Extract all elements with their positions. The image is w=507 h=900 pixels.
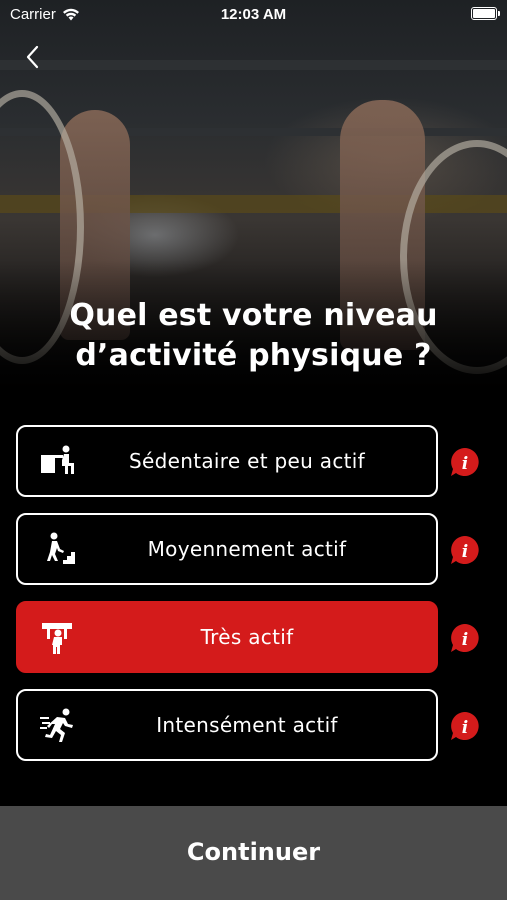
battery-icon [471,7,500,20]
svg-text:i: i [462,630,468,650]
option-very-active[interactable]: Très actif [16,601,438,673]
option-label: Moyennement actif [147,537,347,561]
info-bubble-icon: i [451,712,479,740]
svg-text:i: i [462,454,468,474]
status-time: 12:03 AM [220,6,287,23]
info-button-moderate[interactable]: i [449,534,481,566]
running-fast-icon [40,708,73,742]
option-intense[interactable]: Intensément actif [16,689,438,761]
svg-text:i: i [462,718,468,738]
option-sedentary[interactable]: Sédentaire et peu actif [16,425,438,497]
info-bubble-icon: i [451,624,479,652]
title-line-1: Quel est votre niveau [69,298,438,333]
desk-sitting-icon [41,445,74,474]
info-button-sedentary[interactable]: i [449,446,481,478]
back-button[interactable] [18,40,48,74]
info-button-intense[interactable]: i [449,710,481,742]
option-label: Très actif [200,625,294,649]
continue-button[interactable]: Continuer [0,806,507,900]
option-label: Intensément actif [156,713,338,737]
status-bar: Carrier 12:03 AM [0,0,507,28]
title-line-2: d’activité physique ? [75,338,432,373]
info-bubble-icon: i [451,448,479,476]
stairs-walking-icon [47,532,75,564]
page-title: Quel est votre niveau d’activité physiqu… [0,296,507,376]
continue-label: Continuer [186,838,321,866]
chevron-left-icon [26,45,39,69]
option-moderate[interactable]: Moyennement actif [16,513,438,585]
info-button-very-active[interactable]: i [449,622,481,654]
svg-text:i: i [462,542,468,562]
carrying-load-icon [42,623,72,654]
info-bubble-icon: i [451,536,479,564]
option-label: Sédentaire et peu actif [129,449,365,473]
